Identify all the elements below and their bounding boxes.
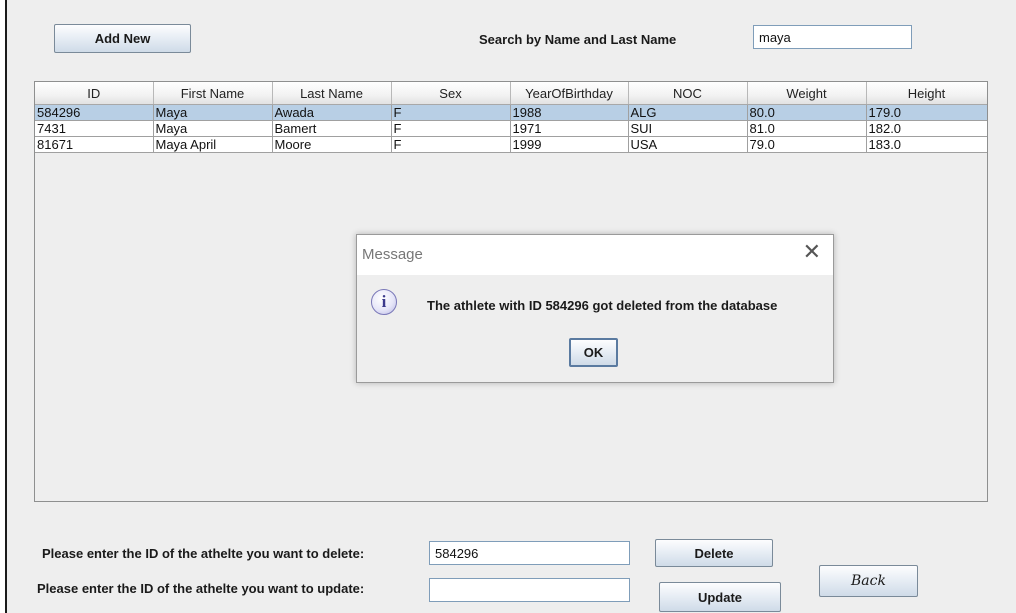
back-button[interactable]: Back	[819, 565, 918, 597]
table-cell: F	[391, 120, 511, 137]
table-row[interactable]: 584296 Maya Awada F 1988 ALG 80.0 179.0	[35, 104, 987, 121]
table-cell: 179.0	[866, 104, 987, 121]
table-cell: 1971	[510, 120, 629, 137]
table-cell: USA	[628, 136, 748, 153]
dialog-message: The athlete with ID 584296 got deleted f…	[427, 298, 778, 313]
table-cell: 183.0	[866, 136, 987, 153]
table-header: ID First Name Last Name Sex YearOfBirthday NO…	[35, 82, 987, 105]
column-header[interactable]: YearOfBirthday	[510, 82, 629, 105]
add-new-button[interactable]: Add New	[54, 24, 191, 53]
table-cell: 81671	[35, 136, 154, 153]
dialog-title: Message	[362, 246, 423, 263]
table-cell: Moore	[272, 136, 392, 153]
athletes-table[interactable]: ID First Name Last Name Sex YearOfBirthday NO…	[35, 82, 987, 153]
delete-id-input[interactable]	[429, 541, 630, 565]
update-id-input[interactable]	[429, 578, 630, 602]
table-cell: ALG	[628, 104, 748, 121]
column-header[interactable]: First Name	[153, 82, 273, 105]
delete-prompt-label: Please enter the ID of the athelte you w…	[42, 546, 365, 561]
column-header[interactable]: NOC	[628, 82, 748, 105]
table-cell: F	[391, 104, 511, 121]
column-header[interactable]: ID	[35, 82, 154, 105]
table-cell: Bamert	[272, 120, 392, 137]
dialog-title-bar[interactable]: Message ✕	[357, 235, 833, 275]
info-icon: i	[371, 289, 397, 315]
table-body[interactable]: 584296 Maya Awada F 1988 ALG 80.0 179.0 7431 Maya…	[35, 104, 987, 153]
table-row[interactable]: 81671 Maya April Moore F 1999 USA 79.0 183.0	[35, 136, 987, 153]
column-header[interactable]: Height	[866, 82, 987, 105]
table-cell: 1999	[510, 136, 629, 153]
update-prompt-label: Please enter the ID of the athelte you w…	[37, 581, 365, 596]
update-button[interactable]: Update	[659, 582, 781, 612]
table-cell: 81.0	[747, 120, 867, 137]
table-cell: Maya April	[153, 136, 273, 153]
delete-button[interactable]: Delete	[655, 539, 773, 567]
message-dialog: Message ✕ i The athlete with ID 584296 g…	[356, 234, 834, 383]
table-cell: F	[391, 136, 511, 153]
table-cell: 1988	[510, 104, 629, 121]
table-cell: Awada	[272, 104, 392, 121]
window-left-edge	[0, 0, 7, 613]
search-label: Search by Name and Last Name	[479, 32, 677, 47]
column-header[interactable]: Weight	[747, 82, 867, 105]
close-icon[interactable]: ✕	[803, 241, 821, 263]
column-header[interactable]: Sex	[391, 82, 511, 105]
table-row[interactable]: 7431 Maya Bamert F 1971 SUI 81.0 182.0	[35, 120, 987, 137]
table-cell: 79.0	[747, 136, 867, 153]
table-cell: 182.0	[866, 120, 987, 137]
ok-button[interactable]: OK	[569, 338, 618, 367]
table-cell: 7431	[35, 120, 154, 137]
table-cell: 80.0	[747, 104, 867, 121]
table-cell: 584296	[35, 104, 154, 121]
search-input[interactable]	[753, 25, 912, 49]
table-cell: SUI	[628, 120, 748, 137]
column-header[interactable]: Last Name	[272, 82, 392, 105]
table-cell: Maya	[153, 120, 273, 137]
table-cell: Maya	[153, 104, 273, 121]
